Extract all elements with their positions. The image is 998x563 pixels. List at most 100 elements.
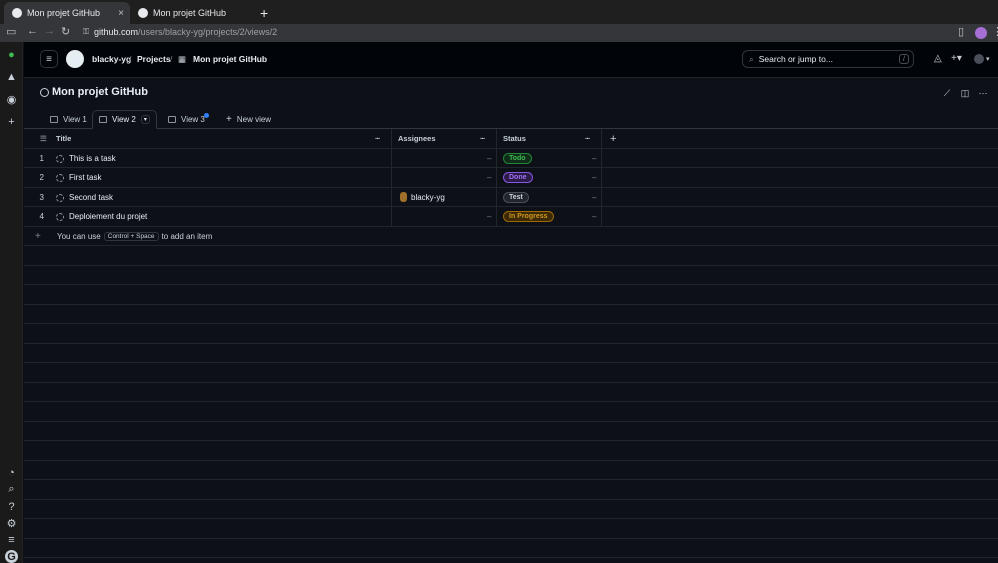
bell-icon[interactable]: ◬ [934,53,942,64]
search-icon: ⌕ [749,53,754,64]
sidebar-toggle-icon[interactable]: ▭ [6,25,16,38]
browser-tab-title: Mon projet GitHub [153,8,227,18]
assignee-dropdown[interactable]: – [487,168,491,187]
column-menu-icon[interactable]: ··· [480,129,485,148]
empty-table-row [24,500,998,519]
empty-table-row [24,305,998,324]
draft-issue-icon [56,154,64,163]
empty-table-row [24,461,998,480]
insights-icon[interactable]: ⟋ [939,86,955,100]
column-header-assignees[interactable]: Assignees [398,129,436,148]
more-options-icon[interactable]: ⋯ [975,86,991,100]
reload-icon[interactable]: ↻ [61,25,70,38]
reader-mode-icon[interactable]: ▯ [958,25,964,38]
site-info-icon[interactable]: ⚿ [83,27,89,37]
table-row[interactable]: 4 Deploiement du projet – In Progress – [24,207,998,227]
account-avatar[interactable] [974,54,984,64]
status-badge[interactable]: In Progress [503,211,554,222]
create-new-icon[interactable]: +▾ [951,53,962,64]
github-favicon-icon [12,8,22,18]
table-row[interactable]: 3 Second task blacky-yg Test – [24,187,998,207]
search-icon[interactable]: ⌕ [5,483,18,496]
github-header: ≡ blacky-yg / Projects / ▦ Mon projet Gi… [24,42,998,78]
list-icon[interactable]: ≡ [5,533,18,546]
empty-table-row [24,519,998,539]
new-view-button[interactable]: + New view [220,110,277,129]
breadcrumb-projects[interactable]: Projects [137,54,171,64]
plus-icon[interactable]: + [35,227,41,246]
github-app-icon[interactable]: ◉ [5,93,18,106]
row-number: 4 [39,212,44,221]
table-view-icon: ▦ [178,54,187,64]
row-title[interactable]: First task [69,168,101,187]
board-icon [168,116,176,123]
column-menu-icon[interactable]: ··· [375,129,380,148]
column-header-status[interactable]: Status [503,129,526,148]
row-title[interactable]: Deploiement du projet [69,207,147,226]
add-app-icon[interactable]: + [5,115,18,128]
close-tab-icon[interactable]: × [118,8,124,19]
breadcrumb-project[interactable]: Mon projet GitHub [193,54,267,64]
page-title: Mon projet GitHub [40,86,148,98]
assignee[interactable]: blacky-yg [400,188,445,207]
add-item-row[interactable]: + You can use Control + Space to add an … [24,227,998,246]
notifications-icon[interactable]: ◔ [5,466,18,479]
tab-view-2[interactable]: View 2 ▾ [92,110,157,129]
avatar [400,192,407,202]
left-app-rail: ● ▲ ◉ + ◔ ⌕ ? ⚙ ≡ G [0,42,23,563]
browser-tab-title: Mon projet GitHub [27,8,101,18]
new-tab-button[interactable]: + [260,5,268,21]
view-options-caret-icon[interactable]: ▾ [140,115,150,124]
tab-view-1[interactable]: View 1 [44,110,93,129]
search-shortcut: / [899,54,909,64]
chevron-down-icon[interactable]: ▾ [986,55,990,63]
browser-menu-icon[interactable]: ⋮ [992,25,998,38]
url-field[interactable]: github.com/users/blacky-yg/projects/2/vi… [94,27,277,37]
profile-avatar[interactable] [975,27,987,39]
add-field-icon[interactable]: + [610,129,616,148]
side-panel-icon[interactable]: ◫ [957,86,973,100]
browser-tab-1[interactable]: Mon projet GitHub × [4,2,130,24]
row-number: 1 [39,153,44,163]
triangle-app-icon[interactable]: ▲ [5,70,18,83]
status-badge[interactable]: Done [503,172,533,183]
assignee-dropdown[interactable]: – [487,149,491,168]
back-icon[interactable]: ← [27,25,38,37]
empty-table-row [24,363,998,383]
browser-tab-2[interactable]: Mon projet GitHub [130,2,256,24]
column-menu-icon[interactable]: ··· [585,129,590,148]
globe-icon [40,87,49,97]
table-header-row: ☰ Title ··· Assignees ··· Status ··· + [24,129,998,149]
column-header-title[interactable]: Title [56,129,71,148]
row-title[interactable]: This is a task [69,149,116,168]
keyboard-shortcut: Control + Space [103,231,159,241]
table-row[interactable]: 1 This is a task – Todo – [24,148,998,168]
settings-icon[interactable]: ⚙ [5,517,18,530]
empty-table-row [24,324,998,344]
tab-view-3[interactable]: View 3 [162,110,211,129]
status-badge[interactable]: Test [503,191,529,203]
assignee-dropdown[interactable]: – [487,207,491,226]
filter-icon[interactable]: ☰ [40,129,47,148]
user-avatar[interactable]: G [5,550,18,563]
table-icon [50,116,58,123]
table-row[interactable]: 2 First task – Done – [24,168,998,188]
help-icon[interactable]: ? [5,500,18,513]
add-item-hint: You can use Control + Space to add an it… [57,231,213,241]
github-logo-icon[interactable] [66,50,84,68]
draft-issue-icon [56,213,64,221]
view-tabs: View 1 View 2 ▾ View 3 + New view [24,110,998,129]
empty-table-row [24,246,998,266]
status-dropdown[interactable]: – [592,188,596,207]
status-dropdown[interactable]: – [592,207,596,226]
status-badge[interactable]: Todo [503,152,532,164]
empty-table-row [24,285,998,305]
status-dropdown[interactable]: – [592,149,596,168]
leaf-app-icon[interactable]: ● [5,48,18,61]
status-dropdown[interactable]: – [592,168,596,187]
row-title[interactable]: Second task [69,188,113,207]
hamburger-menu-icon[interactable]: ≡ [40,50,58,68]
search-input[interactable]: ⌕ Search or jump to... / [742,50,914,68]
forward-icon[interactable]: → [44,25,55,37]
breadcrumb-owner[interactable]: blacky-yg [92,54,131,64]
